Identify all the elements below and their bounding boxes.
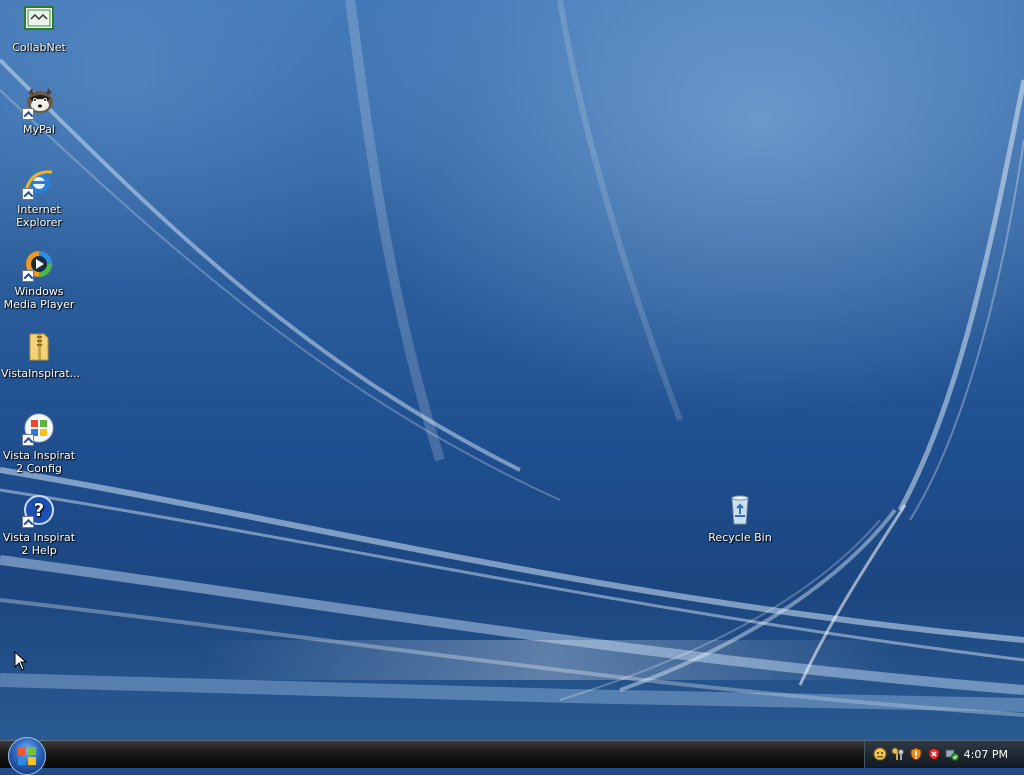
desktop-icon-label: Windows Media Player — [3, 285, 75, 311]
windows-media-player-icon — [22, 248, 56, 282]
security-shield-icon[interactable] — [909, 747, 923, 761]
shortcut-arrow-icon — [22, 108, 34, 120]
shortcut-arrow-icon — [22, 270, 34, 282]
desktop-icon-label: Vista Inspirat 2 Help — [2, 531, 76, 557]
desktop-icon-label: MyPal — [23, 123, 55, 136]
system-tray: 4:07 PM — [864, 741, 1024, 768]
recycle-bin-icon — [723, 494, 757, 528]
wallpaper-art — [0, 0, 1024, 717]
desktop-icon-vistainspirat-folder[interactable]: VistaInspirat... — [1, 330, 81, 380]
internet-explorer-icon — [22, 166, 56, 200]
taskbar[interactable]: 4:07 PM — [0, 737, 1024, 775]
mypal-icon — [22, 86, 56, 120]
shortcut-arrow-icon — [22, 188, 34, 200]
shortcut-arrow-icon — [22, 434, 34, 446]
start-button[interactable] — [8, 737, 46, 775]
desktop-icon-windows-media-player[interactable]: Windows Media Player — [1, 248, 77, 311]
network-status-icon[interactable] — [945, 747, 959, 761]
desktop-icon-internet-explorer[interactable]: Internet Explorer — [1, 166, 77, 229]
keys-icon[interactable] — [891, 747, 905, 761]
windows-logo-icon — [18, 747, 36, 765]
desktop-icon-mypal[interactable]: MyPal — [1, 86, 77, 136]
collabnet-icon — [22, 4, 56, 38]
help-icon: ? — [22, 494, 56, 528]
desktop-icon-recycle-bin[interactable]: Recycle Bin — [702, 494, 778, 544]
clock[interactable]: 4:07 PM — [964, 748, 1008, 761]
zip-folder-icon — [22, 330, 56, 364]
svg-text:?: ? — [34, 500, 44, 521]
desktop-icon-label: Internet Explorer — [16, 203, 62, 229]
desktop-icon-label: Recycle Bin — [708, 531, 772, 544]
desktop[interactable]: CollabNet MyPal Internet Explorer Window… — [0, 0, 1024, 740]
desktop-icon-label: CollabNet — [12, 41, 66, 54]
desktop-icon-vista-inspirat-config[interactable]: Vista Inspirat 2 Config — [1, 412, 77, 475]
messenger-icon[interactable] — [873, 747, 887, 761]
desktop-icon-collabnet[interactable]: CollabNet — [1, 4, 77, 54]
mouse-cursor-icon — [14, 651, 28, 671]
desktop-icon-vista-inspirat-help[interactable]: ? Vista Inspirat 2 Help — [1, 494, 77, 557]
shortcut-arrow-icon — [22, 516, 34, 528]
desktop-icon-label: VistaInspirat... — [1, 367, 81, 380]
firewall-icon[interactable] — [927, 747, 941, 761]
windows-logo-icon — [22, 412, 56, 446]
desktop-icon-label: Vista Inspirat 2 Config — [2, 449, 76, 475]
